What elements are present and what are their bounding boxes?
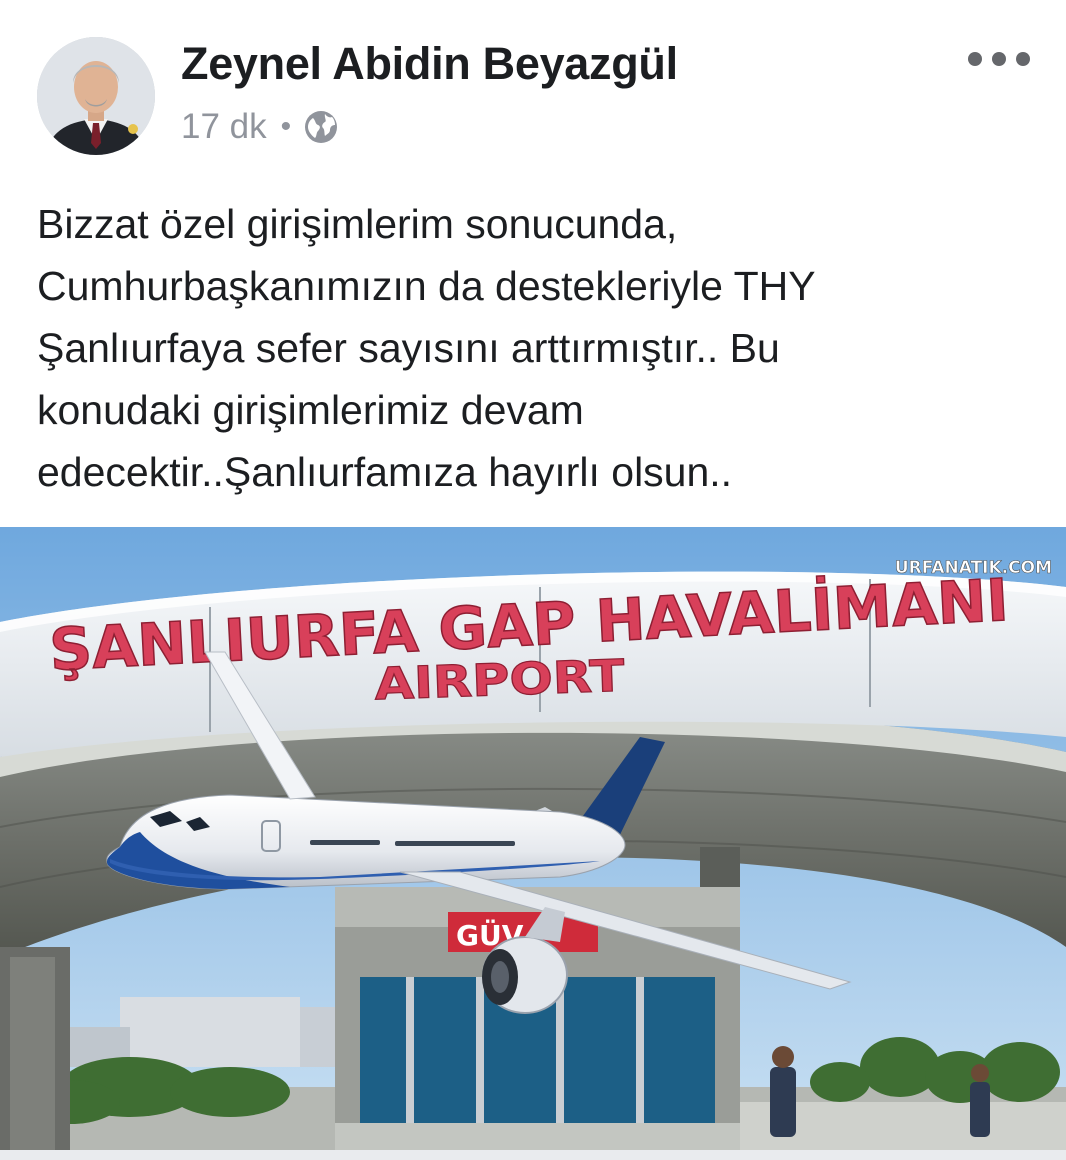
more-options-icon-dot — [968, 52, 982, 66]
author-name[interactable]: Zeynel Abidin Beyazgül — [181, 36, 678, 92]
globe-icon[interactable] — [303, 109, 339, 145]
more-options-button[interactable] — [968, 42, 1030, 76]
avatar-portrait-icon — [37, 37, 155, 155]
post-timestamp[interactable]: 17 dk — [181, 107, 267, 147]
airport-photo: ŞANLIURFA GAP HAVALİMANI AIRPORT URFANAT… — [0, 527, 1066, 1150]
post-bottom-divider — [0, 1150, 1066, 1160]
photo-watermark: URFANATIK.COM — [895, 558, 1052, 578]
avatar[interactable] — [37, 37, 155, 155]
more-options-icon-dot — [992, 52, 1006, 66]
post-meta: 17 dk • — [181, 104, 339, 150]
facebook-post: Zeynel Abidin Beyazgül 17 dk • Bizzat öz… — [0, 0, 1066, 1160]
post-photo[interactable]: ŞANLIURFA GAP HAVALİMANI AIRPORT URFANAT… — [0, 527, 1066, 1150]
post-text: Bizzat özel girişimlerim sonucunda, Cumh… — [37, 201, 816, 495]
more-options-icon-dot — [1016, 52, 1030, 66]
meta-separator: • — [280, 110, 292, 143]
sign-sub-text: AIRPORT — [374, 651, 626, 711]
